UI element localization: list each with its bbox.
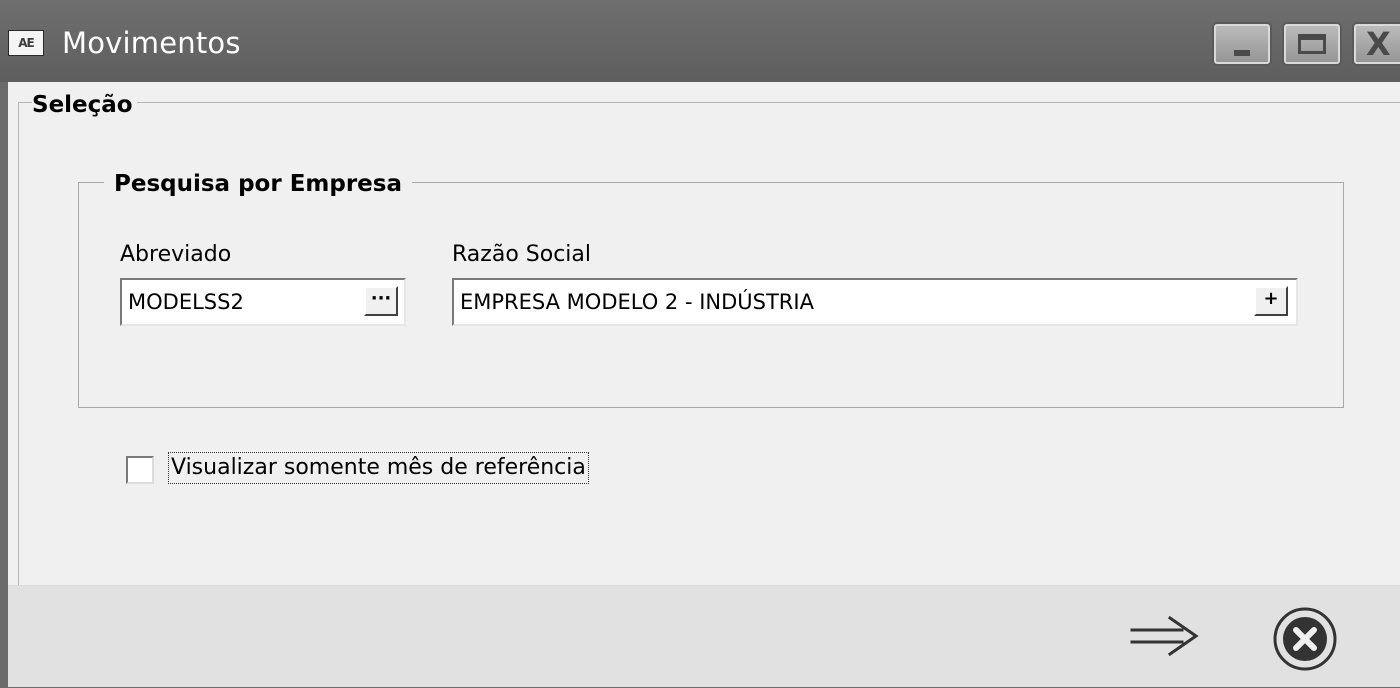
ref-month-checkbox[interactable] <box>126 456 154 484</box>
company-search-legend: Pesquisa por Empresa <box>104 171 412 197</box>
abbrev-label: Abreviado <box>120 242 232 267</box>
maximize-button[interactable] <box>1282 22 1342 66</box>
app-icon: AE <box>8 30 44 56</box>
abbrev-value: MODELSS2 <box>128 290 244 314</box>
title-bar[interactable]: AE Movimentos X <box>0 0 1400 82</box>
footer-bar <box>8 585 1400 687</box>
company-name-label: Razão Social <box>452 242 591 267</box>
movimentos-window: AE Movimentos X Seleção Pesquisa por Emp… <box>0 0 1400 688</box>
company-name-value: EMPRESA MODELO 2 - INDÚSTRIA <box>460 290 814 314</box>
cancel-circle-icon <box>1273 607 1337 671</box>
company-add-button[interactable]: + <box>1254 286 1288 316</box>
abbrev-field[interactable]: MODELSS2 ··· <box>120 278 406 326</box>
close-icon: X <box>1366 25 1391 63</box>
right-arrow-icon <box>1130 615 1199 657</box>
company-name-field[interactable]: EMPRESA MODELO 2 - INDÚSTRIA + <box>452 278 1298 326</box>
selection-legend: Seleção <box>32 92 137 118</box>
client-area: Seleção Pesquisa por Empresa Abreviado M… <box>8 82 1400 687</box>
window-title: Movimentos <box>62 26 241 60</box>
abbrev-lookup-button[interactable]: ··· <box>364 286 398 316</box>
cancel-button[interactable] <box>1270 604 1340 674</box>
close-button[interactable]: X <box>1352 22 1400 66</box>
ref-month-checkbox-label[interactable]: Visualizar somente mês de referência <box>168 452 589 484</box>
minimize-button[interactable] <box>1212 22 1272 66</box>
next-button[interactable] <box>1126 606 1206 666</box>
maximize-icon <box>1298 34 1326 54</box>
minimize-icon <box>1234 50 1250 56</box>
